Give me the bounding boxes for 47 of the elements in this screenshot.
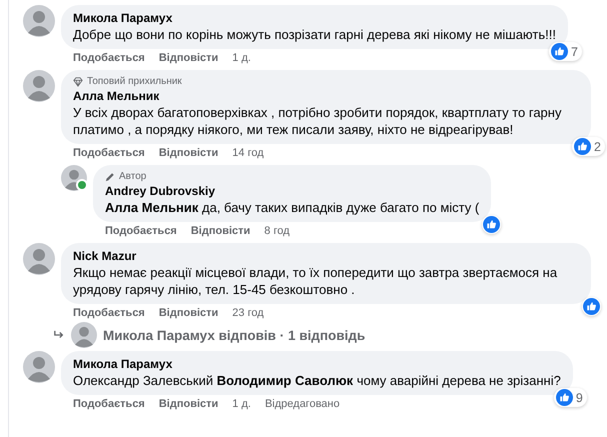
- like-link[interactable]: Подобається: [73, 51, 145, 65]
- like-link[interactable]: Подобається: [73, 146, 145, 160]
- replies-link[interactable]: Микола Парамух відповів · 1 відповідь: [103, 328, 366, 342]
- diamond-icon: [73, 76, 83, 86]
- reaction-count[interactable]: 7: [549, 42, 582, 61]
- like-icon: [556, 389, 573, 406]
- like-icon: [551, 43, 568, 60]
- timestamp[interactable]: 8 год: [264, 224, 290, 238]
- reaction-count[interactable]: [582, 297, 601, 316]
- badge-label: Автор: [119, 170, 146, 183]
- like-link[interactable]: Подобається: [73, 397, 145, 411]
- reply-link[interactable]: Відповісти: [158, 306, 218, 320]
- reply-link[interactable]: Відповісти: [158, 51, 218, 65]
- author-name[interactable]: Nick Mazur: [73, 248, 579, 264]
- reply-link[interactable]: Відповісти: [190, 224, 250, 238]
- reply-arrow-icon: [53, 330, 65, 340]
- like-link[interactable]: Подобається: [73, 306, 145, 320]
- avatar[interactable]: [23, 70, 55, 102]
- author-name[interactable]: Микола Парамух: [73, 10, 556, 26]
- comment-text: Добре що вони по корінь можуть позрізати гарні дерева які нікому не мішають!!!: [73, 26, 556, 43]
- timestamp[interactable]: 23 год: [232, 306, 264, 320]
- comment-text: У всіх дворах багатоповерхівках , потрібно зробити порядок, квартплату то гарну платимо , а порядку ніякого, ми теж писали заяву, ніхто не відреагірував!: [73, 104, 562, 138]
- timestamp[interactable]: 14 год: [232, 146, 264, 160]
- reaction-count[interactable]: 9: [554, 388, 587, 407]
- like-icon: [583, 298, 600, 315]
- reaction-count[interactable]: [482, 215, 502, 234]
- pencil-icon: [105, 172, 115, 182]
- comment-text: Олександр Залевський Володимир Саволюк чому аварійні дерева не зрізанні?: [73, 372, 561, 389]
- comment-text: Алла Мельник да, бачу таких випадків дуже багато по місту (: [105, 199, 480, 216]
- like-icon: [574, 138, 592, 155]
- author-name[interactable]: Алла Мельник: [73, 88, 579, 104]
- comment-text: Якщо немає реакції місцевої влади, то їх попередити що завтра звертаємося на урядову гарячу лінію, тел. 15-45 безкоштовно .: [73, 264, 558, 298]
- like-link[interactable]: Подобається: [105, 224, 177, 238]
- avatar[interactable]: [23, 5, 55, 37]
- avatar[interactable]: [23, 243, 55, 275]
- avatar[interactable]: [71, 322, 97, 348]
- like-icon: [483, 216, 500, 233]
- reaction-count[interactable]: 2: [572, 137, 605, 156]
- reply-link[interactable]: Відповісти: [158, 146, 218, 160]
- timestamp[interactable]: 1 д.: [232, 397, 251, 411]
- badge-label: Топовий прихильник: [87, 75, 182, 88]
- timestamp[interactable]: 1 д.: [232, 51, 251, 65]
- reply-link[interactable]: Відповісти: [158, 397, 218, 411]
- edited-label: Відредаговано: [264, 397, 340, 411]
- author-name[interactable]: Andrey Dubrovskiy: [105, 183, 480, 199]
- avatar[interactable]: [23, 351, 55, 383]
- author-name[interactable]: Микола Парамух: [73, 356, 561, 372]
